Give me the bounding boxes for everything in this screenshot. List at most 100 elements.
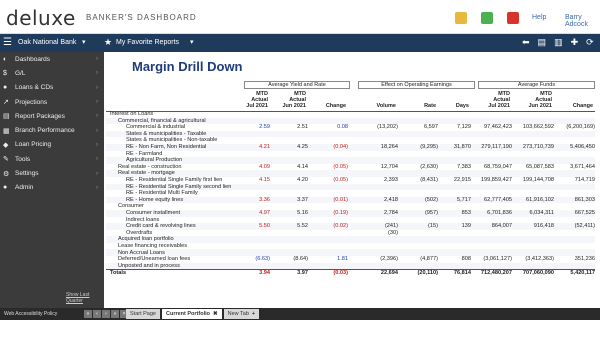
cell-value: [512, 236, 554, 243]
user-name[interactable]: Barry Adcock: [565, 14, 600, 28]
table-row[interactable]: Agricultural Production: [106, 157, 595, 164]
alert-icon[interactable]: [507, 12, 519, 24]
sidebar-item-admin[interactable]: ● Admin ›: [0, 181, 104, 195]
column-header[interactable]: MTD Actual Jun 2021: [270, 91, 306, 109]
cell-value: [438, 117, 471, 125]
first-tab-icon[interactable]: «: [84, 310, 92, 318]
cell-value: [512, 249, 554, 257]
sidebar-item-g-l[interactable]: $ G/L ›: [0, 66, 104, 80]
table-row[interactable]: RE - Residential Single Family second li…: [106, 183, 595, 191]
tab-new-tab[interactable]: New Tab +: [223, 309, 260, 319]
table-row[interactable]: Non Accrual Loans: [106, 249, 595, 257]
last-tab-icon[interactable]: »: [111, 310, 119, 318]
favorite-reports-menu[interactable]: My Favorite Reports: [116, 39, 179, 46]
close-icon[interactable]: ✖: [213, 311, 218, 317]
add-icon[interactable]: ✚: [571, 37, 579, 48]
table-row[interactable]: RE - Residential Single Family first lie…: [106, 177, 595, 184]
export-icon[interactable]: ▥: [554, 37, 563, 48]
column-header[interactable]: Change: [554, 103, 593, 109]
table-row[interactable]: Deferred/Unearned loan fees (6.63) (8.64) 1…: [106, 256, 595, 263]
column-header[interactable]: MTD Actual Jul 2021: [471, 91, 510, 109]
show-last-quarter-link[interactable]: Show Last Quarter: [66, 292, 104, 304]
table-row[interactable]: Consumer: [106, 203, 595, 210]
cell-value: [438, 157, 471, 164]
table-row[interactable]: Acquired loan portfolio: [106, 236, 595, 243]
totals-row[interactable]: Totals 3.94 3.97 (0.03) 22,694 (20,110) 76,814…: [106, 269, 595, 277]
prev-tab-icon[interactable]: ‹: [93, 310, 101, 318]
column-header[interactable]: Change: [308, 103, 346, 109]
cell-value: [270, 236, 308, 243]
accessibility-policy-link[interactable]: Web Accessibility Policy: [4, 311, 57, 317]
cell-value: [270, 111, 308, 118]
table-row[interactable]: Lease financing receivables: [106, 243, 595, 250]
tab-current-portfolio[interactable]: Current Portfolio ✖: [162, 309, 222, 319]
cell-value: [270, 117, 308, 125]
page-title: Margin Drill Down: [132, 59, 243, 74]
refresh-icon[interactable]: ⟳: [586, 37, 594, 48]
cell-value: 3,671,464: [570, 163, 595, 170]
sidebar-item-loans-cds[interactable]: ● Loans & CDs ›: [0, 81, 104, 95]
cell-value: [438, 111, 471, 118]
hamburger-icon[interactable]: ☰: [3, 38, 12, 48]
cell-value: [398, 111, 438, 118]
cell-value: [471, 117, 512, 125]
cell-value: [554, 243, 595, 250]
star-icon[interactable]: ★: [104, 37, 112, 48]
column-header[interactable]: Volume: [348, 103, 396, 109]
cell-value: [270, 262, 308, 270]
table-row[interactable]: RE - Residential Multi Family: [106, 190, 595, 197]
table-row[interactable]: Consumer installment 4.97 5.16 (0.19) 2,784(…: [106, 209, 595, 217]
table-row[interactable]: Indirect loans: [106, 217, 595, 224]
table-row[interactable]: RE - Farmland: [106, 151, 595, 158]
cell-value: 4.09: [259, 163, 270, 170]
sidebar-item-dashboards[interactable]: ◐ Dashboards ›: [0, 52, 104, 66]
pdf-icon[interactable]: ▤: [538, 37, 547, 48]
cell-value: (3,412,363): [525, 256, 554, 263]
cell-value: 2,393: [384, 176, 398, 183]
column-header[interactable]: Days: [438, 103, 469, 109]
table-row[interactable]: Overdrafts (30): [106, 230, 595, 237]
table-row[interactable]: Credit card & revolving lines 5.50 5.52 (0.…: [106, 223, 595, 230]
cell-value: 0.08: [337, 124, 348, 131]
bank-selector[interactable]: Oak National Bank: [18, 39, 76, 46]
tab-start-page[interactable]: Start Page: [126, 309, 160, 319]
table-row[interactable]: RE - Non Farm, Non Residential 4.21 4.25 (0…: [106, 143, 595, 151]
sidebar-item-settings[interactable]: ⚙ Settings ›: [0, 166, 104, 180]
chevron-right-icon: ›: [96, 141, 98, 148]
chevron-down-icon[interactable]: ▾: [190, 38, 194, 46]
group-header-yield: Average Yield and Rate: [244, 81, 350, 89]
table-row[interactable]: Commercial & industrial 2.59 2.51 0.08 (13,2…: [106, 124, 595, 131]
table-row[interactable]: Commercial, financial & agricultural: [106, 117, 595, 125]
cell-value: [270, 183, 308, 191]
sidebar-item-report-packages[interactable]: ▤ Report Packages ›: [0, 109, 104, 123]
cell-value: 4.25: [270, 143, 308, 151]
cell-value: [398, 203, 438, 210]
add-tab-icon[interactable]: +: [252, 311, 255, 317]
column-header[interactable]: MTD Actual Jul 2021: [244, 91, 268, 109]
sidebar-item-tools[interactable]: ✎ Tools ›: [0, 152, 104, 166]
column-header[interactable]: Rate: [398, 103, 436, 109]
notification-icon[interactable]: [455, 12, 467, 24]
cell-value: [244, 130, 270, 138]
table-row[interactable]: Interest on Loans: [106, 111, 595, 118]
cell-value: [270, 170, 308, 177]
table-row[interactable]: States & municipalities - Taxable: [106, 130, 595, 138]
table-row[interactable]: States & municipalities - Non-taxable: [106, 137, 595, 144]
chevron-down-icon[interactable]: ▾: [82, 38, 86, 46]
table-row[interactable]: Real estate - construction 4.09 4.14 (0.05)…: [106, 164, 595, 171]
cell-value: [438, 249, 471, 257]
cell-value: [438, 217, 471, 224]
sidebar-item-loan-pricing[interactable]: ◆ Loan Pricing ›: [0, 138, 104, 152]
help-link[interactable]: Help: [532, 14, 546, 21]
sidebar-item-projections[interactable]: ↗ Projections ›: [0, 95, 104, 109]
next-tab-icon[interactable]: ›: [102, 310, 110, 318]
chat-icon[interactable]: [481, 12, 493, 24]
cell-value: (52,411): [554, 223, 595, 230]
column-header[interactable]: MTD Actual Jun 2021: [512, 91, 552, 109]
sidebar-item-branch-performance[interactable]: ▦ Branch Performance ›: [0, 123, 104, 137]
row-label: RE - Residential Multi Family: [126, 190, 198, 197]
table-row[interactable]: RE - Home equity lines 3.36 3.37 (0.01) 2,41…: [106, 196, 595, 204]
table-row[interactable]: Real estate - mortgage: [106, 170, 595, 177]
back-icon[interactable]: ⬅: [522, 37, 530, 48]
table-row[interactable]: Unposted and in process: [106, 262, 595, 270]
